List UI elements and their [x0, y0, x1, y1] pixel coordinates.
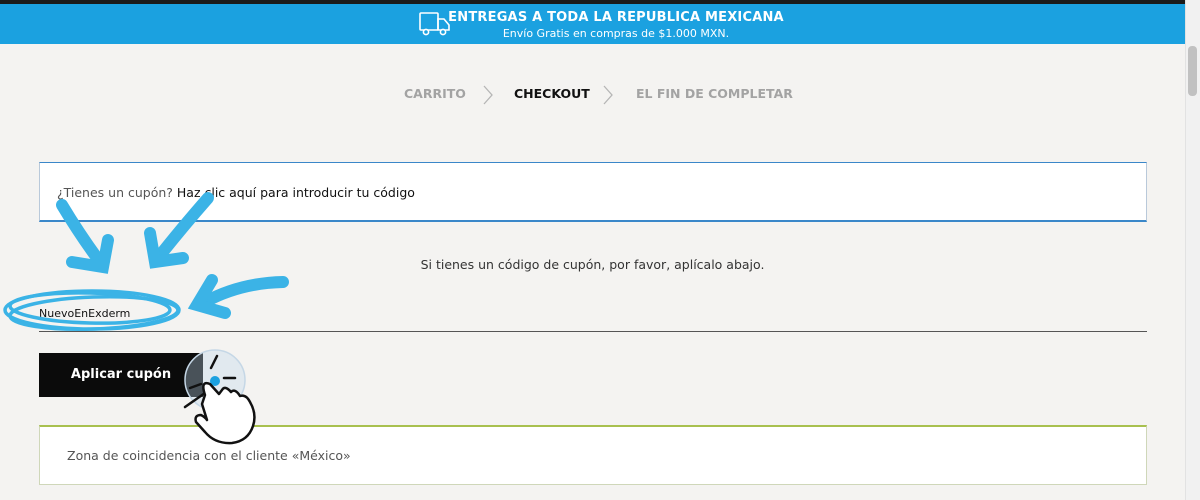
- coupon-info-text: Si tienes un código de cupón, por favor,…: [420, 257, 765, 272]
- chevron-right-icon: [483, 85, 493, 105]
- apply-coupon-button[interactable]: Aplicar cupón: [39, 353, 203, 397]
- banner-title: ENTREGAS A TODA LA REPUBLICA MEXICANA: [448, 10, 784, 25]
- scrollbar-thumb[interactable]: [1188, 46, 1197, 96]
- breadcrumb-checkout[interactable]: CHECKOUT: [514, 86, 590, 101]
- coupon-notice: ¿Tienes un cupón? Haz clic aquí para int…: [39, 162, 1147, 222]
- breadcrumb-cart[interactable]: CARRITO: [404, 86, 466, 101]
- coupon-question: ¿Tienes un cupón?: [57, 185, 173, 200]
- banner-subtitle: Envío Gratis en compras de $1.000 MXN.: [502, 27, 730, 40]
- checkout-breadcrumb: CARRITO CHECKOUT EL FIN DE COMPLETAR: [0, 85, 1185, 106]
- show-coupon-link[interactable]: Haz clic aquí para introducir tu código: [177, 185, 415, 200]
- coupon-code-input[interactable]: [39, 296, 1147, 332]
- breadcrumb-complete: EL FIN DE COMPLETAR: [636, 86, 793, 101]
- shipping-banner: ENTREGAS A TODA LA REPUBLICA MEXICANA En…: [0, 4, 1185, 44]
- chevron-right-icon: [603, 85, 613, 105]
- zone-notice-text: Zona de coincidencia con el cliente «Méx…: [67, 448, 351, 463]
- shipping-zone-notice: Zona de coincidencia con el cliente «Méx…: [39, 425, 1147, 485]
